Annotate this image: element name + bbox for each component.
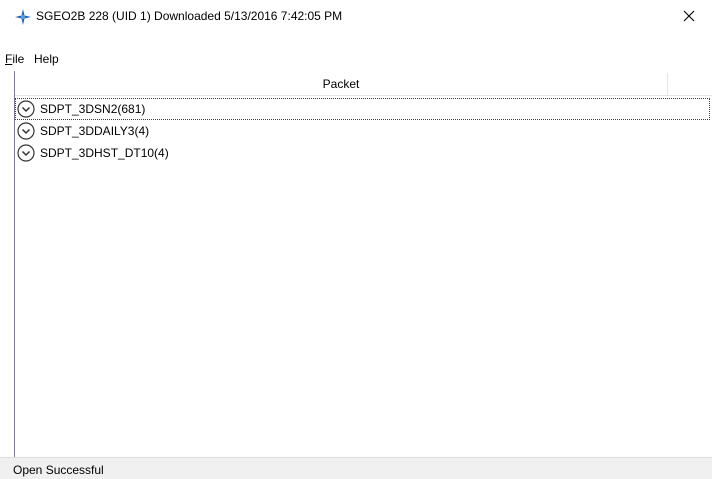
expand-chevron-icon[interactable] <box>17 100 35 118</box>
close-button[interactable] <box>666 0 712 32</box>
expand-chevron-icon[interactable] <box>17 144 35 162</box>
app-icon <box>15 9 31 25</box>
menu-file-rest: ile <box>12 52 25 66</box>
menu-help[interactable]: Help <box>34 51 59 67</box>
packet-tree: SDPT_3DSN2(681) SDPT_3DDAILY3(4) SDPT_3D… <box>15 98 712 164</box>
status-bar: Open Successful <box>0 457 712 479</box>
close-icon <box>683 10 695 22</box>
menu-file[interactable]: File <box>5 51 24 67</box>
tree-item[interactable]: SDPT_3DSN2(681) <box>15 98 710 120</box>
expand-chevron-icon[interactable] <box>17 122 35 140</box>
column-separator[interactable] <box>667 73 668 95</box>
status-text: Open Successful <box>13 463 104 477</box>
tree-item[interactable]: SDPT_3DHST_DT10(4) <box>15 142 710 164</box>
title-bar: SGEO2B 228 (UID 1) Downloaded 5/13/2016 … <box>0 0 712 32</box>
column-header[interactable]: Packet <box>15 73 712 96</box>
tree-item-label: SDPT_3DHST_DT10(4) <box>40 146 169 160</box>
menu-bar: File Help <box>0 49 712 69</box>
tree-item-label: SDPT_3DSN2(681) <box>40 102 146 116</box>
tree-item-label: SDPT_3DDAILY3(4) <box>40 124 150 138</box>
column-header-packet: Packet <box>322 77 360 91</box>
window-title: SGEO2B 228 (UID 1) Downloaded 5/13/2016 … <box>36 9 343 23</box>
tree-item[interactable]: SDPT_3DDAILY3(4) <box>15 120 710 142</box>
